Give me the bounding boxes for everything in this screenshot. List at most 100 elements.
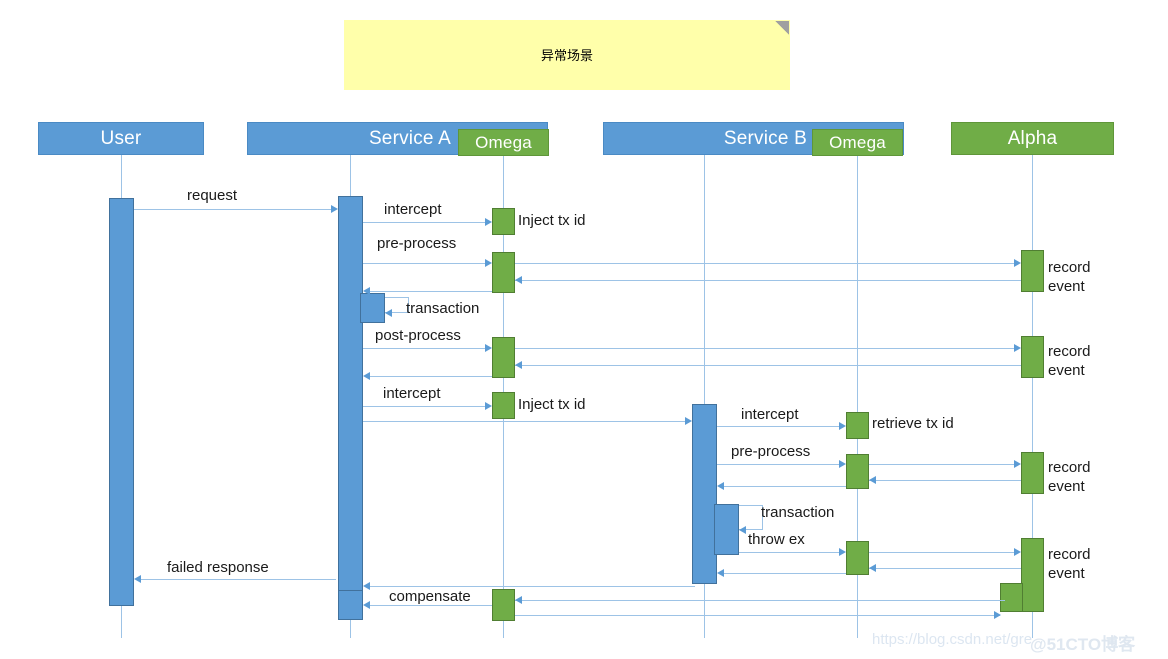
- activation-service-a-compensate: [338, 590, 363, 620]
- activation-omega-a-post-process: [492, 337, 515, 378]
- activation-omega-b-pre-process: [846, 454, 869, 489]
- message-label-retrieve-tx-id: retrieve tx id: [872, 415, 954, 432]
- activation-alpha-record-1: [1021, 250, 1044, 292]
- message-label-failed-response: failed response: [167, 559, 269, 576]
- message-arrowhead-throw-ex: [839, 548, 846, 556]
- message-label-intercept-3: intercept: [741, 406, 799, 423]
- message-label-request: request: [187, 187, 238, 204]
- message-line-record-event-4-return: [869, 568, 1021, 569]
- participant-header-omega-a[interactable]: Omega: [458, 129, 549, 156]
- message-line-throw-ex-return: [719, 573, 846, 574]
- message-arrowhead-record-event-1-return: [515, 276, 522, 284]
- participant-label-omega-a: Omega: [475, 132, 532, 152]
- message-label-record-event-4: record event: [1048, 546, 1091, 582]
- message-line-intercept-2: [363, 406, 486, 407]
- message-arrowhead-pre-process-2: [839, 460, 846, 468]
- message-line-pre-process-2-return: [719, 486, 846, 487]
- participant-header-alpha[interactable]: Alpha: [951, 122, 1114, 155]
- activation-service-b-transaction: [714, 504, 739, 555]
- message-arrowhead-failed-response: [134, 575, 141, 583]
- message-arrowhead-transaction-2: [739, 526, 746, 534]
- message-label-intercept-2: intercept: [383, 385, 441, 402]
- message-line-record-event-2-return: [515, 365, 1021, 366]
- message-arrowhead-intercept-3: [839, 422, 846, 430]
- message-line-record-event-2-out: [515, 348, 1015, 349]
- message-arrowhead-alpha-to-omega-a: [515, 596, 522, 604]
- message-line-request: [134, 209, 332, 210]
- message-label-record-event-2: record event: [1048, 343, 1091, 379]
- message-label-pre-process-1: pre-process: [377, 235, 457, 252]
- message-line-post-process-return: [365, 376, 492, 377]
- message-line-intercept-1: [363, 222, 486, 223]
- activation-omega-a-inject-2: [492, 392, 515, 419]
- message-arrowhead-pre-process-1-return: [363, 287, 370, 295]
- message-line-pre-process-1: [363, 263, 486, 264]
- participant-label-omega-b: Omega: [829, 132, 886, 152]
- participant-label-service-b: Service B: [723, 127, 807, 149]
- message-line-service-a-to-b: [363, 421, 686, 422]
- message-line-record-event-3-out: [869, 464, 1015, 465]
- message-label-post-process: post-process: [375, 327, 461, 344]
- message-label-record-event-3: record event: [1048, 459, 1091, 495]
- message-line-record-event-1-out: [515, 263, 1015, 264]
- participant-label-user: User: [100, 127, 142, 149]
- message-line-post-process: [363, 348, 486, 349]
- message-line-alpha-to-omega-a: [515, 600, 1005, 601]
- message-label-compensate: compensate: [389, 588, 471, 605]
- message-arrowhead-record-event-2-return: [515, 361, 522, 369]
- message-label-pre-process-2: pre-process: [731, 443, 811, 460]
- message-arrowhead-record-event-3-return: [869, 476, 876, 484]
- message-arrowhead-record-event-4-out: [1014, 548, 1021, 556]
- message-label-intercept-1: intercept: [384, 201, 442, 218]
- activation-alpha-record-4: [1021, 538, 1044, 612]
- activation-service-a-transaction: [360, 293, 385, 323]
- activation-omega-a-inject-1: [492, 208, 515, 235]
- activation-user: [109, 198, 134, 606]
- activation-omega-b-retrieve: [846, 412, 869, 439]
- watermark-51cto: @51CTO博客: [1030, 635, 1136, 654]
- message-arrowhead-service-a-to-b: [685, 417, 692, 425]
- watermark-csdn: https://blog.csdn.net/gre: [872, 631, 1033, 648]
- message-arrowhead-request: [331, 205, 338, 213]
- message-arrowhead-alpha-bottom-in: [994, 611, 1001, 619]
- activation-service-a: [338, 196, 363, 592]
- message-line-service-b-to-a: [365, 586, 695, 587]
- message-arrowhead-compensate: [363, 601, 370, 609]
- message-line-record-event-1-return: [515, 280, 1021, 281]
- activation-service-b: [692, 404, 717, 584]
- activation-omega-b-throw-ex: [846, 541, 869, 575]
- note-fold-corner-icon: [775, 21, 789, 35]
- message-line-pre-process-2: [717, 464, 840, 465]
- participant-header-user[interactable]: User: [38, 122, 204, 155]
- message-arrowhead-post-process: [485, 344, 492, 352]
- message-line-record-event-3-return: [869, 480, 1021, 481]
- message-arrowhead-record-event-4-return: [869, 564, 876, 572]
- message-line-pre-process-1-return: [365, 291, 492, 292]
- message-label-throw-ex: throw ex: [748, 531, 805, 548]
- message-line-record-event-4-out: [869, 552, 1015, 553]
- note-exception-scenario: 异常场景: [344, 20, 790, 90]
- message-line-compensate: [365, 605, 492, 606]
- sequence-diagram-canvas: 异常场景 User Service A Omega Service B Omeg…: [0, 0, 1168, 659]
- message-label-record-event-1: record event: [1048, 259, 1091, 295]
- message-arrowhead-intercept-1: [485, 218, 492, 226]
- message-arrowhead-throw-ex-return: [717, 569, 724, 577]
- message-arrowhead-post-process-return: [363, 372, 370, 380]
- message-arrowhead-pre-process-2-return: [717, 482, 724, 490]
- message-line-alpha-bottom-in: [515, 615, 1000, 616]
- activation-alpha-record-4-nested: [1000, 583, 1023, 612]
- message-label-transaction-2: transaction: [761, 504, 835, 521]
- activation-alpha-record-2: [1021, 336, 1044, 378]
- message-line-failed-response: [136, 579, 336, 580]
- message-line-throw-ex: [739, 552, 840, 553]
- message-arrowhead-record-event-3-out: [1014, 460, 1021, 468]
- message-label-inject-tx-id-1: Inject tx id: [518, 212, 586, 229]
- message-arrowhead-service-b-to-a: [363, 582, 370, 590]
- message-arrowhead-intercept-2: [485, 402, 492, 410]
- participant-label-alpha: Alpha: [1007, 127, 1058, 149]
- message-line-intercept-3: [717, 426, 840, 427]
- note-label: 异常场景: [540, 49, 593, 64]
- activation-omega-a-pre-process: [492, 252, 515, 293]
- message-arrowhead-record-event-1-out: [1014, 259, 1021, 267]
- participant-header-omega-b[interactable]: Omega: [812, 129, 903, 156]
